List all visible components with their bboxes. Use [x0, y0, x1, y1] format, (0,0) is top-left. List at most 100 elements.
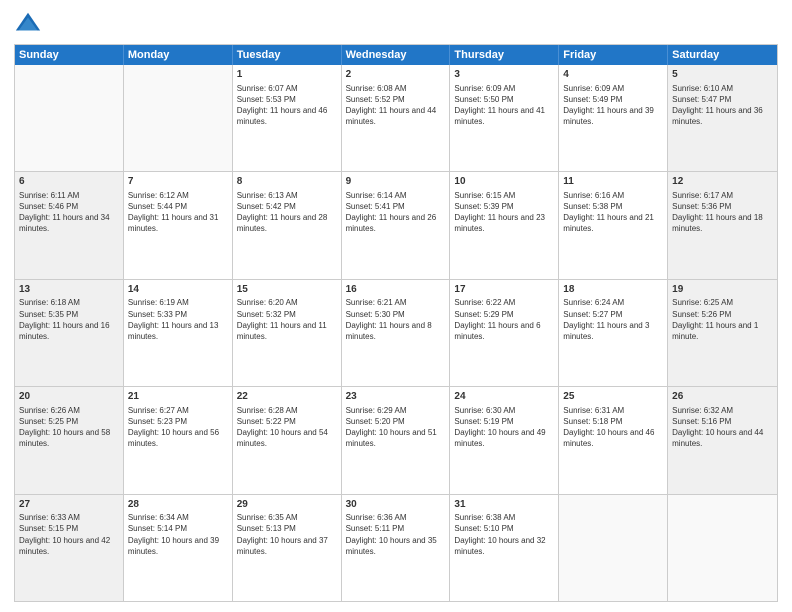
- cell-info: Sunrise: 6:31 AMSunset: 5:18 PMDaylight:…: [563, 405, 663, 450]
- day-number: 15: [237, 283, 337, 297]
- day-number: 30: [346, 498, 446, 512]
- calendar-cell: 24Sunrise: 6:30 AMSunset: 5:19 PMDayligh…: [450, 387, 559, 493]
- cell-info: Sunrise: 6:27 AMSunset: 5:23 PMDaylight:…: [128, 405, 228, 450]
- calendar-cell: 13Sunrise: 6:18 AMSunset: 5:35 PMDayligh…: [15, 280, 124, 386]
- calendar-cell: 15Sunrise: 6:20 AMSunset: 5:32 PMDayligh…: [233, 280, 342, 386]
- calendar-row-5: 27Sunrise: 6:33 AMSunset: 5:15 PMDayligh…: [15, 495, 777, 601]
- calendar-cell: 31Sunrise: 6:38 AMSunset: 5:10 PMDayligh…: [450, 495, 559, 601]
- calendar-cell: 28Sunrise: 6:34 AMSunset: 5:14 PMDayligh…: [124, 495, 233, 601]
- calendar-row-3: 13Sunrise: 6:18 AMSunset: 5:35 PMDayligh…: [15, 280, 777, 387]
- calendar-row-1: 1Sunrise: 6:07 AMSunset: 5:53 PMDaylight…: [15, 65, 777, 172]
- day-number: 2: [346, 68, 446, 82]
- day-number: 5: [672, 68, 773, 82]
- cell-info: Sunrise: 6:13 AMSunset: 5:42 PMDaylight:…: [237, 190, 337, 235]
- day-number: 4: [563, 68, 663, 82]
- cell-info: Sunrise: 6:26 AMSunset: 5:25 PMDaylight:…: [19, 405, 119, 450]
- cell-info: Sunrise: 6:36 AMSunset: 5:11 PMDaylight:…: [346, 512, 446, 557]
- cell-info: Sunrise: 6:30 AMSunset: 5:19 PMDaylight:…: [454, 405, 554, 450]
- calendar-cell: 14Sunrise: 6:19 AMSunset: 5:33 PMDayligh…: [124, 280, 233, 386]
- header-day-sunday: Sunday: [15, 45, 124, 65]
- day-number: 19: [672, 283, 773, 297]
- header-day-thursday: Thursday: [450, 45, 559, 65]
- calendar-header: SundayMondayTuesdayWednesdayThursdayFrid…: [15, 45, 777, 65]
- calendar-cell: 3Sunrise: 6:09 AMSunset: 5:50 PMDaylight…: [450, 65, 559, 171]
- calendar-cell: 30Sunrise: 6:36 AMSunset: 5:11 PMDayligh…: [342, 495, 451, 601]
- day-number: 1: [237, 68, 337, 82]
- calendar-row-2: 6Sunrise: 6:11 AMSunset: 5:46 PMDaylight…: [15, 172, 777, 279]
- cell-info: Sunrise: 6:28 AMSunset: 5:22 PMDaylight:…: [237, 405, 337, 450]
- calendar-cell: 10Sunrise: 6:15 AMSunset: 5:39 PMDayligh…: [450, 172, 559, 278]
- day-number: 24: [454, 390, 554, 404]
- cell-info: Sunrise: 6:24 AMSunset: 5:27 PMDaylight:…: [563, 297, 663, 342]
- day-number: 9: [346, 175, 446, 189]
- day-number: 14: [128, 283, 228, 297]
- day-number: 3: [454, 68, 554, 82]
- calendar-cell: 7Sunrise: 6:12 AMSunset: 5:44 PMDaylight…: [124, 172, 233, 278]
- calendar-cell: 2Sunrise: 6:08 AMSunset: 5:52 PMDaylight…: [342, 65, 451, 171]
- day-number: 17: [454, 283, 554, 297]
- day-number: 26: [672, 390, 773, 404]
- calendar-cell: 20Sunrise: 6:26 AMSunset: 5:25 PMDayligh…: [15, 387, 124, 493]
- cell-info: Sunrise: 6:33 AMSunset: 5:15 PMDaylight:…: [19, 512, 119, 557]
- cell-info: Sunrise: 6:15 AMSunset: 5:39 PMDaylight:…: [454, 190, 554, 235]
- cell-info: Sunrise: 6:25 AMSunset: 5:26 PMDaylight:…: [672, 297, 773, 342]
- calendar-cell: [559, 495, 668, 601]
- cell-info: Sunrise: 6:17 AMSunset: 5:36 PMDaylight:…: [672, 190, 773, 235]
- calendar-cell: 21Sunrise: 6:27 AMSunset: 5:23 PMDayligh…: [124, 387, 233, 493]
- calendar-cell: 18Sunrise: 6:24 AMSunset: 5:27 PMDayligh…: [559, 280, 668, 386]
- cell-info: Sunrise: 6:09 AMSunset: 5:49 PMDaylight:…: [563, 83, 663, 128]
- calendar-cell: [668, 495, 777, 601]
- calendar-cell: [15, 65, 124, 171]
- calendar-cell: 27Sunrise: 6:33 AMSunset: 5:15 PMDayligh…: [15, 495, 124, 601]
- header-day-monday: Monday: [124, 45, 233, 65]
- day-number: 12: [672, 175, 773, 189]
- day-number: 27: [19, 498, 119, 512]
- day-number: 21: [128, 390, 228, 404]
- calendar-cell: 17Sunrise: 6:22 AMSunset: 5:29 PMDayligh…: [450, 280, 559, 386]
- cell-info: Sunrise: 6:11 AMSunset: 5:46 PMDaylight:…: [19, 190, 119, 235]
- day-number: 29: [237, 498, 337, 512]
- calendar-cell: 16Sunrise: 6:21 AMSunset: 5:30 PMDayligh…: [342, 280, 451, 386]
- day-number: 6: [19, 175, 119, 189]
- cell-info: Sunrise: 6:14 AMSunset: 5:41 PMDaylight:…: [346, 190, 446, 235]
- calendar-cell: 11Sunrise: 6:16 AMSunset: 5:38 PMDayligh…: [559, 172, 668, 278]
- cell-info: Sunrise: 6:12 AMSunset: 5:44 PMDaylight:…: [128, 190, 228, 235]
- calendar-body: 1Sunrise: 6:07 AMSunset: 5:53 PMDaylight…: [15, 65, 777, 601]
- cell-info: Sunrise: 6:34 AMSunset: 5:14 PMDaylight:…: [128, 512, 228, 557]
- cell-info: Sunrise: 6:29 AMSunset: 5:20 PMDaylight:…: [346, 405, 446, 450]
- header-day-friday: Friday: [559, 45, 668, 65]
- header-day-saturday: Saturday: [668, 45, 777, 65]
- calendar-cell: 25Sunrise: 6:31 AMSunset: 5:18 PMDayligh…: [559, 387, 668, 493]
- day-number: 20: [19, 390, 119, 404]
- calendar-cell: 12Sunrise: 6:17 AMSunset: 5:36 PMDayligh…: [668, 172, 777, 278]
- header-day-wednesday: Wednesday: [342, 45, 451, 65]
- cell-info: Sunrise: 6:22 AMSunset: 5:29 PMDaylight:…: [454, 297, 554, 342]
- day-number: 18: [563, 283, 663, 297]
- cell-info: Sunrise: 6:10 AMSunset: 5:47 PMDaylight:…: [672, 83, 773, 128]
- calendar-cell: 9Sunrise: 6:14 AMSunset: 5:41 PMDaylight…: [342, 172, 451, 278]
- calendar-cell: 8Sunrise: 6:13 AMSunset: 5:42 PMDaylight…: [233, 172, 342, 278]
- calendar-cell: 22Sunrise: 6:28 AMSunset: 5:22 PMDayligh…: [233, 387, 342, 493]
- cell-info: Sunrise: 6:38 AMSunset: 5:10 PMDaylight:…: [454, 512, 554, 557]
- day-number: 25: [563, 390, 663, 404]
- cell-info: Sunrise: 6:09 AMSunset: 5:50 PMDaylight:…: [454, 83, 554, 128]
- page: SundayMondayTuesdayWednesdayThursdayFrid…: [0, 0, 792, 612]
- calendar: SundayMondayTuesdayWednesdayThursdayFrid…: [14, 44, 778, 602]
- calendar-cell: 23Sunrise: 6:29 AMSunset: 5:20 PMDayligh…: [342, 387, 451, 493]
- calendar-cell: 5Sunrise: 6:10 AMSunset: 5:47 PMDaylight…: [668, 65, 777, 171]
- cell-info: Sunrise: 6:19 AMSunset: 5:33 PMDaylight:…: [128, 297, 228, 342]
- day-number: 31: [454, 498, 554, 512]
- logo: [14, 10, 44, 38]
- day-number: 10: [454, 175, 554, 189]
- calendar-cell: 26Sunrise: 6:32 AMSunset: 5:16 PMDayligh…: [668, 387, 777, 493]
- day-number: 23: [346, 390, 446, 404]
- calendar-cell: [124, 65, 233, 171]
- calendar-cell: 4Sunrise: 6:09 AMSunset: 5:49 PMDaylight…: [559, 65, 668, 171]
- cell-info: Sunrise: 6:32 AMSunset: 5:16 PMDaylight:…: [672, 405, 773, 450]
- day-number: 22: [237, 390, 337, 404]
- cell-info: Sunrise: 6:21 AMSunset: 5:30 PMDaylight:…: [346, 297, 446, 342]
- day-number: 13: [19, 283, 119, 297]
- header: [14, 10, 778, 38]
- day-number: 16: [346, 283, 446, 297]
- day-number: 8: [237, 175, 337, 189]
